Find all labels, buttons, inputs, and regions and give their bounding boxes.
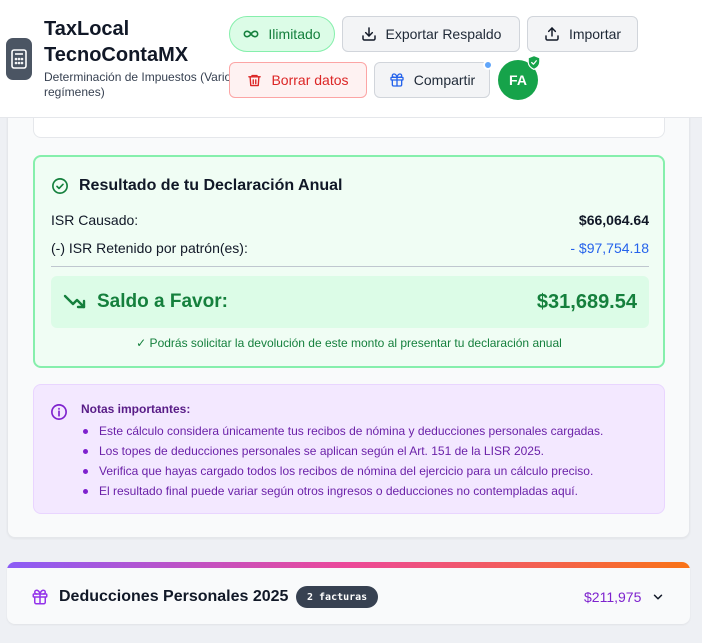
export-backup-button[interactable]: Exportar Respaldo (342, 16, 520, 52)
check-circle-icon (52, 178, 68, 194)
calculator-icon (6, 38, 32, 80)
gift-icon (32, 589, 48, 605)
isr-retenido-value: - $97,754.18 (570, 240, 649, 256)
facturas-badge: 2 facturas (296, 586, 379, 608)
upload-icon (545, 27, 559, 41)
note-item: Verifica que hayas cargado todos los rec… (81, 461, 603, 481)
unlimited-label: Ilimitado (268, 26, 321, 42)
info-icon (51, 404, 67, 420)
chevron-down-icon[interactable] (651, 590, 665, 604)
gift-icon (390, 73, 404, 87)
saldo-label: Saldo a Favor: (97, 291, 228, 312)
saldo-value: $31,689.54 (536, 290, 637, 313)
app-subtitle: Determinación de Impuestos (Varios regím… (44, 70, 238, 99)
note-item: Los topes de deducciones personales se a… (81, 441, 603, 461)
important-notes-box: Notas importantes: Este cálculo consider… (33, 384, 665, 514)
notification-dot (483, 60, 493, 70)
trending-down-icon (63, 294, 86, 309)
isr-retenido-row: (-) ISR Retenido por patrón(es): - $97,7… (51, 240, 649, 256)
app-title: TaxLocal TecnoContaMX (44, 18, 189, 66)
deducciones-amount: $211,975 (584, 589, 642, 605)
unlimited-plan-button[interactable]: Ilimitado (229, 16, 335, 52)
notes-list: Este cálculo considera únicamente tus re… (81, 421, 603, 501)
import-label: Importar (568, 26, 622, 42)
infinity-icon (244, 30, 259, 38)
annual-result-card: Resultado de tu Declaración Anual ISR Ca… (33, 155, 665, 368)
deducciones-title: Deducciones Personales 2025 (59, 588, 289, 605)
delete-label: Borrar datos (271, 72, 349, 88)
result-title: Resultado de tu Declaración Anual (79, 177, 343, 194)
download-icon (361, 27, 376, 41)
result-heading: Resultado de tu Declaración Anual (51, 177, 342, 195)
app-header: TaxLocal TecnoContaMX Determinación de I… (0, 0, 702, 118)
notes-title: Notas importantes: (81, 402, 191, 416)
note-item: Este cálculo considera únicamente tus re… (81, 421, 603, 441)
note-item: El resultado final puede variar según ot… (81, 481, 603, 501)
share-label: Compartir (413, 72, 476, 88)
refund-note: ✓ Podrás solicitar la devolución de este… (136, 336, 562, 350)
share-button[interactable]: Compartir (374, 62, 490, 98)
import-button[interactable]: Importar (527, 16, 638, 52)
deducciones-section-header[interactable]: Deducciones Personales 2025 2 facturas $… (7, 562, 690, 624)
delete-data-button[interactable]: Borrar datos (229, 62, 367, 98)
gradient-bar (7, 562, 690, 568)
isr-retenido-label: (-) ISR Retenido por patrón(es): (51, 240, 248, 256)
saldo-a-favor-box: Saldo a Favor: $31,689.54 (51, 276, 649, 328)
isr-causado-label: ISR Causado: (51, 212, 139, 228)
export-label: Exportar Respaldo (385, 26, 502, 42)
shield-icon (527, 55, 541, 70)
isr-causado-row: ISR Causado: $66,064.64 (51, 212, 649, 228)
isr-causado-value: $66,064.64 (578, 212, 649, 228)
result-divider (51, 266, 649, 267)
trash-icon (248, 74, 262, 86)
